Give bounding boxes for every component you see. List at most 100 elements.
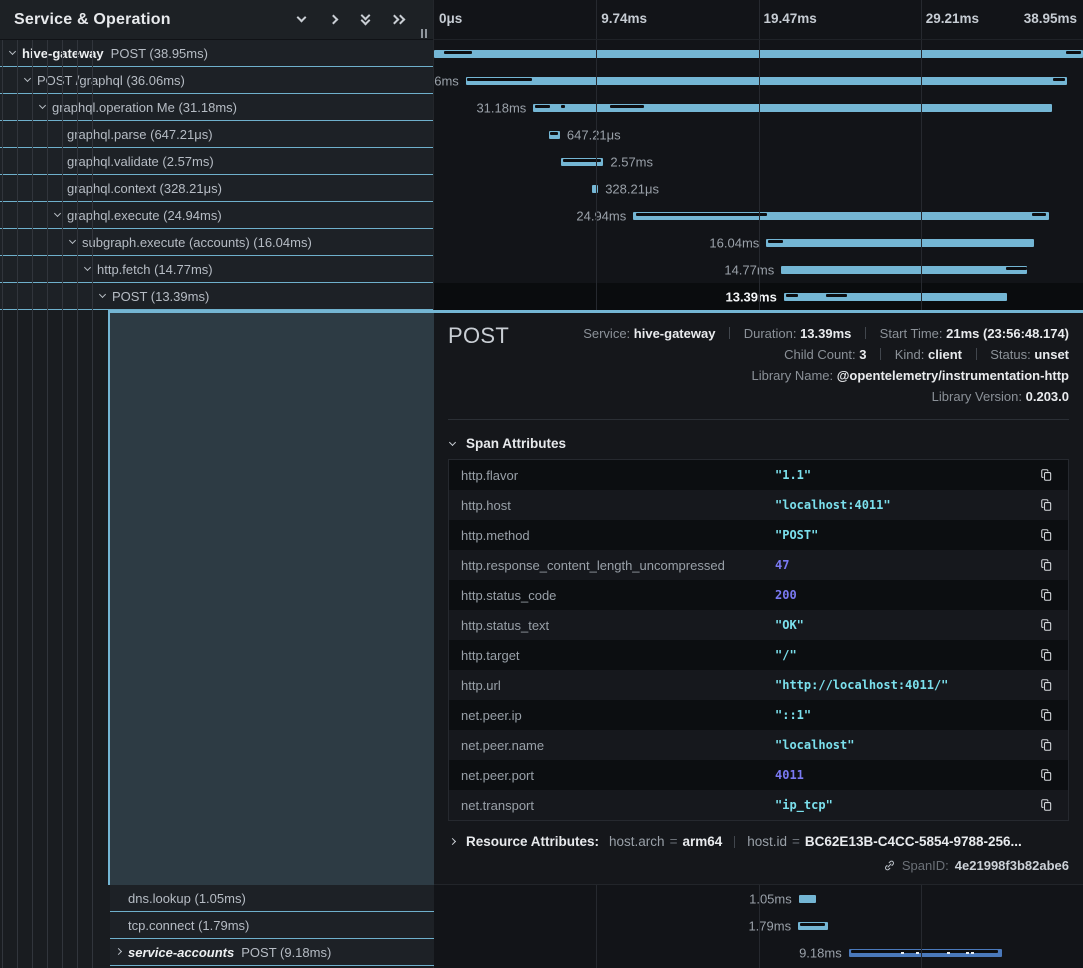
tree-row-hive-gateway-post[interactable]: hive-gateway POST (38.95ms): [0, 40, 433, 67]
copy-icon[interactable]: [1038, 556, 1056, 574]
attribute-key: http.method: [461, 528, 775, 543]
span-bar[interactable]: [781, 266, 1027, 274]
duration-label: 36.06ms: [434, 73, 466, 88]
timeline-row[interactable]: 16.04ms: [434, 229, 1083, 256]
meta-separator: [734, 836, 735, 848]
span-label: POST (38.95ms): [111, 46, 208, 61]
chevron-down-icon[interactable]: [53, 208, 67, 222]
chevron-down-icon[interactable]: [38, 100, 52, 114]
timeline-panel: 0μs 9.74ms 19.47ms 29.21ms 38.95ms 36.06…: [434, 0, 1083, 968]
double-chevron-down-icon[interactable]: [359, 13, 373, 27]
attribute-key: http.flavor: [461, 468, 775, 483]
timeline-row[interactable]: [434, 40, 1083, 67]
tree-row-dns-lookup[interactable]: dns.lookup (1.05ms): [110, 885, 434, 912]
double-chevron-right-icon[interactable]: [391, 13, 405, 27]
duration-label: 31.18ms: [476, 100, 533, 115]
timeline-row[interactable]: 1.79ms: [434, 912, 1083, 939]
span-bar[interactable]: [434, 50, 1083, 58]
timeline-row[interactable]: 31.18ms: [434, 94, 1083, 121]
panel-resize-handle[interactable]: [421, 29, 427, 38]
attribute-row: http.flavor "1.1": [449, 460, 1068, 490]
selected-span-detail-backdrop: [108, 310, 434, 885]
service-operation-header: Service & Operation: [0, 0, 433, 40]
tree-row-graphql-context[interactable]: graphql.context (328.21μs): [0, 175, 433, 202]
meta-line-2: Child Count: 3 Kind: client Status: unse…: [509, 344, 1069, 365]
copy-icon[interactable]: [1038, 796, 1056, 814]
attribute-value: "localhost": [775, 738, 1038, 752]
tree-row-http-fetch[interactable]: http.fetch (14.77ms): [0, 256, 433, 283]
span-label: graphql.validate (2.57ms): [67, 154, 214, 169]
span-bar[interactable]: [766, 239, 1033, 247]
tree-row-post-graphql[interactable]: POST /graphql (36.06ms): [0, 67, 433, 94]
timeline-row[interactable]: 328.21μs: [434, 175, 1083, 202]
attribute-key: http.status_text: [461, 618, 775, 633]
chevron-down-icon[interactable]: [98, 289, 112, 303]
timeline-row[interactable]: 9.18ms: [434, 939, 1083, 966]
link-icon: [883, 859, 896, 872]
attribute-value: 200: [775, 588, 1038, 602]
attribute-key: net.peer.ip: [461, 708, 775, 723]
copy-icon[interactable]: [1038, 466, 1056, 484]
duration-label: 13.39ms: [725, 289, 783, 304]
copy-icon[interactable]: [1038, 766, 1056, 784]
chevron-down-icon[interactable]: [295, 13, 309, 27]
attribute-key: http.status_code: [461, 588, 775, 603]
tree-row-graphql-validate[interactable]: graphql.validate (2.57ms): [0, 148, 433, 175]
span-detail-header: POST Service: hive-gateway Duration: 13.…: [448, 323, 1069, 407]
chevron-down-icon[interactable]: [8, 46, 22, 60]
attribute-key: http.host: [461, 498, 775, 513]
span-label: POST /graphql (36.06ms): [37, 73, 185, 88]
chevron-right-icon[interactable]: [114, 945, 128, 959]
timeline-row[interactable]: 14.77ms: [434, 256, 1083, 283]
attribute-row: http.status_code 200: [449, 580, 1068, 610]
copy-icon[interactable]: [1038, 526, 1056, 544]
tree-row-post-selected[interactable]: POST (13.39ms): [0, 283, 433, 310]
chevron-right-icon[interactable]: [327, 13, 341, 27]
attribute-key: http.url: [461, 678, 775, 693]
attribute-value: 47: [775, 558, 1038, 572]
copy-icon[interactable]: [1038, 646, 1056, 664]
span-attributes-toggle[interactable]: Span Attributes: [448, 436, 1069, 451]
tick-label: 0μs: [439, 11, 462, 26]
tree-row-subgraph-execute[interactable]: subgraph.execute (accounts) (16.04ms): [0, 229, 433, 256]
attribute-key: net.transport: [461, 798, 775, 813]
attribute-row: net.peer.ip "::1": [449, 700, 1068, 730]
timeline-row-selected[interactable]: 13.39ms: [434, 283, 1083, 310]
tick-label: 19.47ms: [764, 11, 817, 26]
chevron-down-icon[interactable]: [83, 262, 97, 276]
tree-row-graphql-execute[interactable]: graphql.execute (24.94ms): [0, 202, 433, 229]
timeline-row[interactable]: 24.94ms: [434, 202, 1083, 229]
chevron-down-icon[interactable]: [68, 235, 82, 249]
resource-attributes-toggle[interactable]: Resource Attributes: host.arch = arm64 h…: [448, 834, 1069, 849]
copy-icon[interactable]: [1038, 736, 1056, 754]
copy-icon[interactable]: [1038, 616, 1056, 634]
attribute-key: http.response_content_length_uncompresse…: [461, 558, 775, 573]
span-label: http.fetch (14.77ms): [97, 262, 213, 277]
span-title: POST: [448, 323, 509, 349]
attribute-row: http.method "POST": [449, 520, 1068, 550]
attribute-row: net.transport "ip_tcp": [449, 790, 1068, 820]
tree-row-graphql-parse[interactable]: graphql.parse (647.21μs): [0, 121, 433, 148]
copy-icon[interactable]: [1038, 706, 1056, 724]
tree-row-graphql-operation[interactable]: graphql.operation Me (31.18ms): [0, 94, 433, 121]
timeline-row[interactable]: 2.57ms: [434, 148, 1083, 175]
tree-row-tcp-connect[interactable]: tcp.connect (1.79ms): [110, 912, 434, 939]
span-label: graphql.execute (24.94ms): [67, 208, 222, 223]
attribute-value: "::1": [775, 708, 1038, 722]
timeline-row[interactable]: 36.06ms: [434, 67, 1083, 94]
attribute-row: http.status_text "OK": [449, 610, 1068, 640]
chevron-right-icon: [448, 837, 458, 847]
span-bar[interactable]: [784, 293, 1007, 301]
timeline-row[interactable]: 1.05ms: [434, 885, 1083, 912]
copy-icon[interactable]: [1038, 586, 1056, 604]
chevron-down-icon[interactable]: [23, 73, 37, 87]
span-label: dns.lookup (1.05ms): [128, 891, 246, 906]
span-bar[interactable]: [466, 77, 1067, 85]
meta-separator: [880, 348, 881, 360]
tree-row-service-accounts-post[interactable]: service-accounts POST (9.18ms): [110, 939, 434, 966]
timeline-row[interactable]: 647.21μs: [434, 121, 1083, 148]
panel-title: Service & Operation: [14, 11, 295, 29]
copy-icon[interactable]: [1038, 496, 1056, 514]
span-bar[interactable]: [799, 895, 817, 903]
copy-icon[interactable]: [1038, 676, 1056, 694]
